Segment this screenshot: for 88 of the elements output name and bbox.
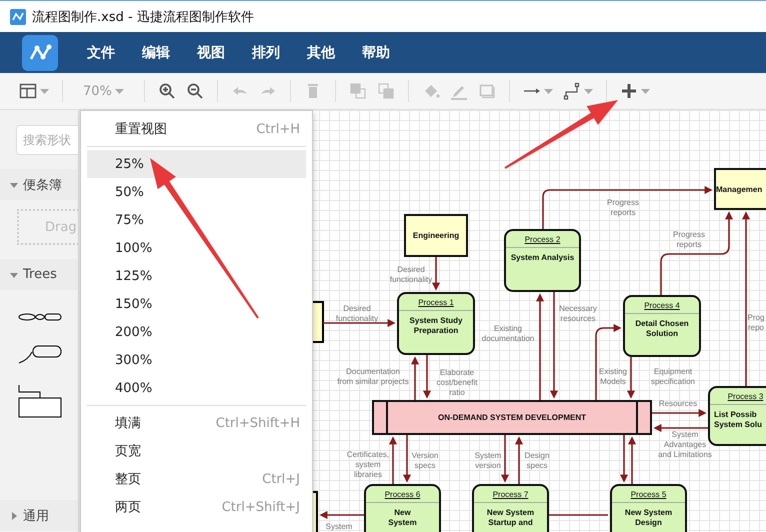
menu-item[interactable]: 帮助 — [362, 44, 390, 62]
node-text: Engineering — [412, 231, 460, 240]
node-text: New System Startup and — [486, 507, 534, 529]
layout-icon — [19, 82, 37, 100]
connector-arrow — [652, 409, 707, 417]
node-text: New System Design — [624, 507, 672, 529]
section-header[interactable]: Trees — [0, 259, 78, 290]
app-icon — [10, 8, 26, 24]
search-field[interactable]: 搜索形状 — [16, 125, 78, 155]
app-logo-icon[interactable] — [22, 34, 58, 70]
edge-label: Resources — [658, 399, 698, 409]
process-title: Process 4 — [625, 297, 699, 314]
connector-arrow — [411, 356, 419, 400]
edge-label: Version specs — [412, 451, 438, 471]
menu-item[interactable]: 视图 — [197, 44, 225, 62]
menu-option[interactable]: 填满 Ctrl+Shift+H — [87, 409, 306, 437]
plus-icon — [620, 82, 638, 100]
node-text: System Study Preparation — [410, 315, 462, 337]
connector-icon — [562, 82, 581, 100]
connector-arrow — [432, 257, 440, 291]
node-text: System Analysis — [510, 252, 574, 264]
menu-option[interactable]: 150% — [87, 290, 306, 318]
edge-label: Desired functionality — [390, 265, 432, 285]
connector-arrow — [389, 436, 397, 484]
process-title: Process 6 — [366, 486, 439, 503]
edge-label: System version — [474, 451, 502, 471]
expand-triangle-icon — [10, 512, 18, 520]
edge-label: System — [326, 522, 352, 532]
process-title: Process 1 — [399, 294, 473, 311]
edge-label: Existing documentation — [482, 324, 534, 344]
process-title: Process 3 — [710, 388, 766, 405]
node-text: List Possib System Solu — [713, 409, 762, 431]
menu-option[interactable]: 重置视图 Ctrl+H — [87, 115, 306, 143]
connector-arrow — [423, 355, 431, 399]
expand-triangle-icon — [10, 180, 18, 188]
menu-item[interactable]: 编辑 — [142, 44, 170, 62]
menu-item[interactable]: 排列 — [252, 44, 280, 62]
connector-arrow — [515, 436, 523, 484]
menu-option[interactable]: 75% — [87, 206, 306, 234]
node-text: ON-DEMAND SYSTEM DEVELOPMENT — [438, 413, 586, 422]
edge-label: Elaborate cost/benefit ratio — [436, 368, 478, 398]
menu-option[interactable]: 50% — [87, 178, 306, 206]
send-back-icon — [376, 82, 395, 100]
process-title: Process 5 — [612, 486, 685, 503]
edge-label: Necessary resources — [559, 304, 597, 324]
edge-label: Equipment specification — [650, 367, 696, 387]
edge-label: Certificates, system libraries — [346, 450, 390, 480]
edge-label: Documentation from similar projects — [337, 367, 409, 387]
edge-label: System Advantages and Limitations — [658, 430, 712, 460]
menu-option[interactable]: 200% — [87, 318, 306, 346]
bring-front-icon — [348, 82, 367, 100]
edge-label: Prog repo — [748, 313, 764, 333]
section-header[interactable]: 便条簿 — [0, 169, 78, 200]
menu-item[interactable]: 其他 — [307, 44, 335, 62]
connector-line — [549, 514, 608, 516]
menu-option[interactable]: 100% — [87, 234, 306, 262]
expand-triangle-icon — [10, 270, 18, 278]
menu-option[interactable]: 两页 Ctrl+Shift+J — [87, 493, 306, 521]
node-text: Detail Chosen Solution — [635, 318, 689, 340]
edge-label: Progress reports — [607, 198, 639, 218]
connector-arrow — [501, 435, 509, 483]
menu-option[interactable]: 整页 Ctrl+J — [87, 465, 306, 493]
window-title: 流程图制作.xsd - 迅捷流程图制作软件 — [32, 8, 254, 26]
menu-option[interactable]: 300% — [87, 346, 306, 374]
edge-label: Desired functionality — [336, 304, 378, 324]
connector-arrow — [627, 357, 635, 399]
menu-option[interactable]: 25% — [87, 150, 306, 178]
process-title: Process 7 — [474, 486, 547, 503]
connector-arrow — [653, 424, 708, 432]
zoom-out-icon — [186, 82, 204, 100]
menu-item[interactable]: 文件 — [87, 44, 115, 62]
edge-label: Progress reports — [673, 230, 705, 250]
process-title: Process 2 — [506, 231, 579, 248]
shadow-square-icon — [478, 82, 496, 100]
menu-option[interactable]: 页宽 — [87, 437, 306, 465]
tree-shape-drawing[interactable] — [18, 344, 62, 364]
edge-label: Existing Models — [599, 367, 627, 387]
edge-label: Design specs — [524, 451, 550, 471]
node-text: Managemen — [716, 184, 762, 194]
arrow-icon — [522, 88, 541, 94]
menu-option[interactable]: 400% — [87, 374, 306, 402]
connector-arrow — [403, 435, 411, 483]
tree-shape-drawing[interactable] — [18, 384, 62, 418]
node-text: New System — [388, 507, 417, 529]
zoom-in-icon — [158, 82, 176, 100]
connector-arrow — [319, 511, 364, 519]
section-header[interactable]: 通用 — [0, 500, 78, 531]
menu-option[interactable]: 125% — [87, 262, 306, 290]
